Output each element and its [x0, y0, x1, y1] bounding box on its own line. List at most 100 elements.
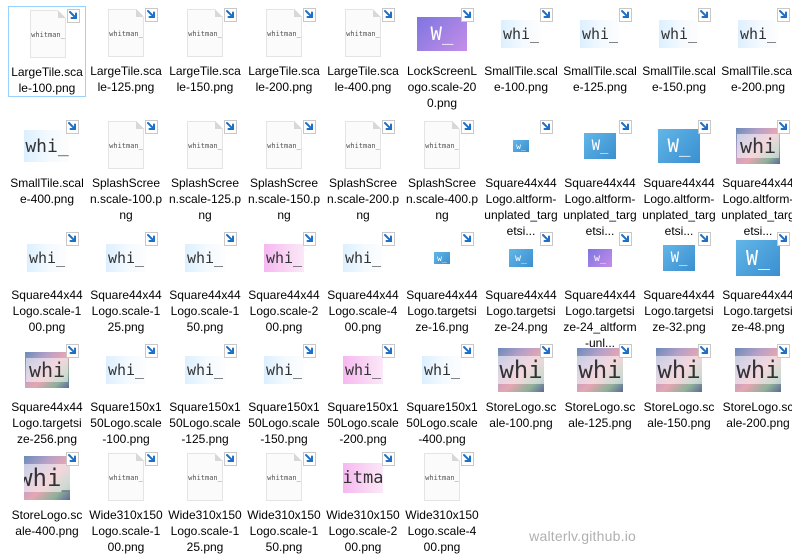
- file-item[interactable]: whi Square44x44Logo.altform-unplated_targ…: [719, 118, 792, 239]
- shortcut-arrow-icon: [145, 232, 158, 246]
- file-thumbnail: w_: [403, 232, 481, 283]
- file-grid: whitman_ LargeTile.scale-100.png whitman_ L…: [0, 0, 792, 555]
- file-item[interactable]: whi_ Square44x44Logo.scale-150.png: [166, 230, 244, 335]
- file-item[interactable]: whi_ StoreLogo.scale-400.png: [8, 450, 86, 539]
- file-name-label: StoreLogo.scale-100.png: [485, 400, 557, 430]
- shortcut-arrow-icon: [382, 8, 395, 22]
- file-name-label: Square150x150Logo.scale-100.png: [90, 400, 162, 446]
- file-item[interactable]: whi_ Square150x150Logo.scale-200.png: [324, 342, 402, 447]
- file-thumbnail: whi: [640, 344, 718, 395]
- tile-image-text: W_: [667, 135, 691, 157]
- file-item[interactable]: whi_ Square150x150Logo.scale-100.png: [87, 342, 165, 447]
- file-name-label: SplashScreen.scale-200.png: [326, 176, 400, 222]
- file-item[interactable]: whitman_ Wide310x150Logo.scale-400.png: [403, 450, 481, 555]
- file-item[interactable]: whitman_ LargeTile.scale-125.png: [87, 6, 165, 95]
- tile-image: whi_: [343, 356, 383, 384]
- file-item[interactable]: whitman_ SplashScreen.scale-400.png: [403, 118, 481, 223]
- tile-image-text: whitman_: [425, 142, 459, 150]
- tile-image: W_: [736, 240, 780, 276]
- file-thumbnail: whi_: [482, 8, 560, 59]
- tile-image: whitman_: [343, 138, 383, 154]
- shortcut-arrow-icon: [461, 232, 474, 246]
- file-thumbnail: whi_: [8, 232, 86, 283]
- file-item[interactable]: whitman_ LargeTile.scale-150.png: [166, 6, 244, 95]
- file-thumbnail: whitman_: [166, 120, 244, 171]
- tile-image: w_: [513, 140, 529, 152]
- shortcut-arrow-icon: [382, 120, 395, 134]
- tile-image: w_: [434, 252, 450, 264]
- file-name-label: SmallTile.scale-150.png: [642, 64, 716, 94]
- file-item[interactable]: whi StoreLogo.scale-200.png: [719, 342, 792, 431]
- file-item[interactable]: whi Square44x44Logo.targetsize-256.png: [8, 342, 86, 447]
- file-item[interactable]: whitman_ SplashScreen.scale-100.png: [87, 118, 165, 223]
- shortcut-arrow-icon: [540, 120, 553, 134]
- tile-image: whi_: [24, 130, 70, 162]
- tile-image-text: whitman_: [267, 474, 301, 482]
- file-item[interactable]: whitman_ SplashScreen.scale-150.png: [245, 118, 323, 223]
- file-item[interactable]: whitman_ LargeTile.scale-200.png: [245, 6, 323, 95]
- file-item[interactable]: whi_ Square44x44Logo.scale-125.png: [87, 230, 165, 335]
- file-item[interactable]: whi_ SmallTile.scale-100.png: [482, 6, 560, 95]
- file-item[interactable]: whi StoreLogo.scale-125.png: [561, 342, 639, 431]
- file-thumbnail: whi: [561, 344, 639, 395]
- tile-image: whitman_: [109, 24, 143, 44]
- file-item[interactable]: whi_ Square150x150Logo.scale-150.png: [245, 342, 323, 447]
- shortcut-arrow-icon: [777, 232, 790, 246]
- shortcut-arrow-icon: [698, 232, 711, 246]
- file-item[interactable]: whi_ Square44x44Logo.scale-400.png: [324, 230, 402, 335]
- file-thumbnail: whitman_: [9, 9, 87, 60]
- tile-image: whitman_: [185, 138, 225, 154]
- file-thumbnail: whitman_: [403, 452, 481, 503]
- file-thumbnail: whitman_: [87, 8, 165, 59]
- file-item[interactable]: whitman_ SplashScreen.scale-125.png: [166, 118, 244, 223]
- file-item[interactable]: whi_ SmallTile.scale-125.png: [561, 6, 639, 95]
- file-item[interactable]: W_ Square44x44Logo.targetsize-32.png: [640, 230, 718, 335]
- file-item[interactable]: whitman_ LargeTile.scale-400.png: [324, 6, 402, 95]
- tile-image: whitman_: [106, 468, 146, 488]
- file-name-label: SplashScreen.scale-125.png: [168, 176, 242, 222]
- file-item[interactable]: w_ Square44x44Logo.targetsize-24_altform-…: [561, 230, 639, 351]
- file-thumbnail: whitman_: [403, 120, 481, 171]
- tile-image: whi_: [106, 244, 146, 272]
- tile-image-text: whitman_: [343, 468, 383, 488]
- file-item[interactable]: whitman_ Wide310x150Logo.scale-100.png: [87, 450, 165, 555]
- file-name-label: Square44x44Logo.scale-100.png: [11, 288, 83, 334]
- tile-image: whi_: [738, 20, 778, 48]
- tile-image: whi_: [343, 244, 383, 272]
- file-item[interactable]: whitman_ Wide310x150Logo.scale-125.png: [166, 450, 244, 555]
- file-thumbnail: whitman_: [166, 8, 244, 59]
- tile-image: w_: [588, 249, 612, 267]
- file-item[interactable]: whi_ Square150x150Logo.scale-400.png: [403, 342, 481, 447]
- file-name-label: LargeTile.scale-125.png: [90, 64, 162, 94]
- file-item[interactable]: whi_ Square150x150Logo.scale-125.png: [166, 342, 244, 447]
- file-name-label: Wide310x150Logo.scale-400.png: [405, 508, 479, 554]
- file-item[interactable]: whi StoreLogo.scale-100.png: [482, 342, 560, 431]
- file-name-label: SmallTile.scale-100.png: [484, 64, 558, 94]
- tile-image: whi_: [501, 20, 541, 48]
- file-item[interactable]: W_ LockScreenLogo.scale-200.png: [403, 6, 481, 111]
- file-item[interactable]: w_ Square44x44Logo.targetsize-16.png: [403, 230, 481, 335]
- file-item[interactable]: whi StoreLogo.scale-150.png: [640, 342, 718, 431]
- file-item[interactable]: W_ Square44x44Logo.altform-unplated_targe…: [561, 118, 639, 239]
- file-item[interactable]: whitman_ Wide310x150Logo.scale-150.png: [245, 450, 323, 555]
- file-thumbnail: whi_: [324, 232, 402, 283]
- file-item[interactable]: w_ Square44x44Logo.targetsize-24.png: [482, 230, 560, 335]
- file-item[interactable]: whi_ SmallTile.scale-200.png: [719, 6, 792, 95]
- tile-image: w_: [509, 249, 533, 267]
- file-item[interactable]: W_ Square44x44Logo.altform-unplated_targe…: [640, 118, 718, 239]
- file-item[interactable]: w_ Square44x44Logo.altform-unplated_targe…: [482, 118, 560, 239]
- shortcut-arrow-icon: [67, 9, 80, 23]
- tile-image: W_: [658, 129, 700, 163]
- file-item[interactable]: whi_ Square44x44Logo.scale-100.png: [8, 230, 86, 335]
- file-item[interactable]: whi_ SmallTile.scale-150.png: [640, 6, 718, 95]
- file-item[interactable]: whi_ Square44x44Logo.scale-200.png: [245, 230, 323, 335]
- shortcut-arrow-icon: [382, 232, 395, 246]
- shortcut-arrow-icon: [303, 120, 316, 134]
- tile-image-text: whitman_: [267, 30, 301, 38]
- file-item[interactable]: whitman_ LargeTile.scale-100.png: [8, 6, 86, 97]
- file-item[interactable]: whitman_ Wide310x150Logo.scale-200.png: [324, 450, 402, 555]
- file-item[interactable]: W_ Square44x44Logo.targetsize-48.png: [719, 230, 792, 335]
- file-name-label: Wide310x150Logo.scale-100.png: [89, 508, 163, 554]
- file-item[interactable]: whitman_ SplashScreen.scale-200.png: [324, 118, 402, 223]
- file-item[interactable]: whi_ SmallTile.scale-400.png: [8, 118, 86, 207]
